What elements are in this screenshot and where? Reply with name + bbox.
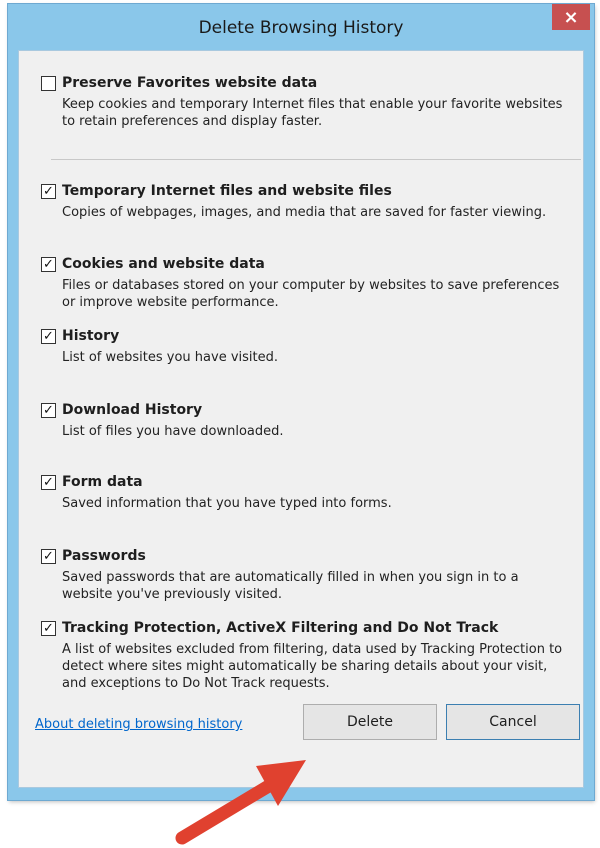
- delete-button[interactable]: Delete: [303, 704, 437, 740]
- option-description: List of websites you have visited.: [62, 350, 279, 365]
- option-cookies: ✓ Cookies and website data Files or data…: [41, 254, 571, 311]
- option-label: Tracking Protection, ActiveX Filtering a…: [62, 620, 499, 636]
- checkbox-history[interactable]: ✓: [41, 328, 56, 344]
- option-description: Files or databases stored on your comput…: [62, 278, 560, 310]
- option-label: Temporary Internet files and website fil…: [62, 183, 392, 199]
- checkbox-tracking-protection[interactable]: ✓: [41, 620, 56, 636]
- checkbox-form-data[interactable]: ✓: [41, 474, 56, 490]
- checkbox-cookies[interactable]: ✓: [41, 256, 56, 272]
- option-label: Download History: [62, 402, 203, 418]
- option-label: Cookies and website data: [62, 256, 265, 272]
- option-description: Saved passwords that are automatically f…: [62, 570, 519, 602]
- option-tracking-protection: ✓ Tracking Protection, ActiveX Filtering…: [41, 618, 571, 692]
- option-description: Keep cookies and temporary Internet file…: [62, 97, 563, 129]
- option-label: Form data: [62, 474, 143, 490]
- option-temporary-internet-files: ✓ Temporary Internet files and website f…: [41, 181, 571, 221]
- option-label: Preserve Favorites website data: [62, 75, 318, 91]
- option-download-history: ✓ Download History List of files you hav…: [41, 400, 571, 440]
- checkbox-passwords[interactable]: ✓: [41, 548, 56, 564]
- option-form-data: ✓ Form data Saved information that you h…: [41, 472, 571, 512]
- dialog-body: Preserve Favorites website data Keep coo…: [18, 50, 584, 788]
- option-description: Copies of webpages, images, and media th…: [62, 205, 547, 220]
- option-description: Saved information that you have typed in…: [62, 496, 392, 511]
- option-label: History: [62, 328, 120, 344]
- checkbox-temporary-internet-files[interactable]: ✓: [41, 183, 56, 199]
- delete-browsing-history-dialog: Delete Browsing History × Preserve Favor…: [8, 4, 594, 800]
- title-bar: Delete Browsing History ×: [8, 4, 594, 50]
- close-button[interactable]: ×: [552, 4, 590, 30]
- option-description: List of files you have downloaded.: [62, 424, 284, 439]
- option-description: A list of websites excluded from filteri…: [62, 642, 563, 691]
- checkbox-download-history[interactable]: ✓: [41, 402, 56, 418]
- option-label: Passwords: [62, 548, 146, 564]
- cancel-button[interactable]: Cancel: [446, 704, 580, 740]
- about-deleting-history-link[interactable]: About deleting browsing history: [35, 717, 242, 732]
- checkbox-preserve-favorites[interactable]: [41, 75, 56, 91]
- option-passwords: ✓ Passwords Saved passwords that are aut…: [41, 546, 571, 603]
- divider: [51, 159, 581, 160]
- option-history: ✓ History List of websites you have visi…: [41, 326, 571, 366]
- option-preserve-favorites: Preserve Favorites website data Keep coo…: [41, 73, 571, 130]
- dialog-title: Delete Browsing History: [198, 18, 404, 38]
